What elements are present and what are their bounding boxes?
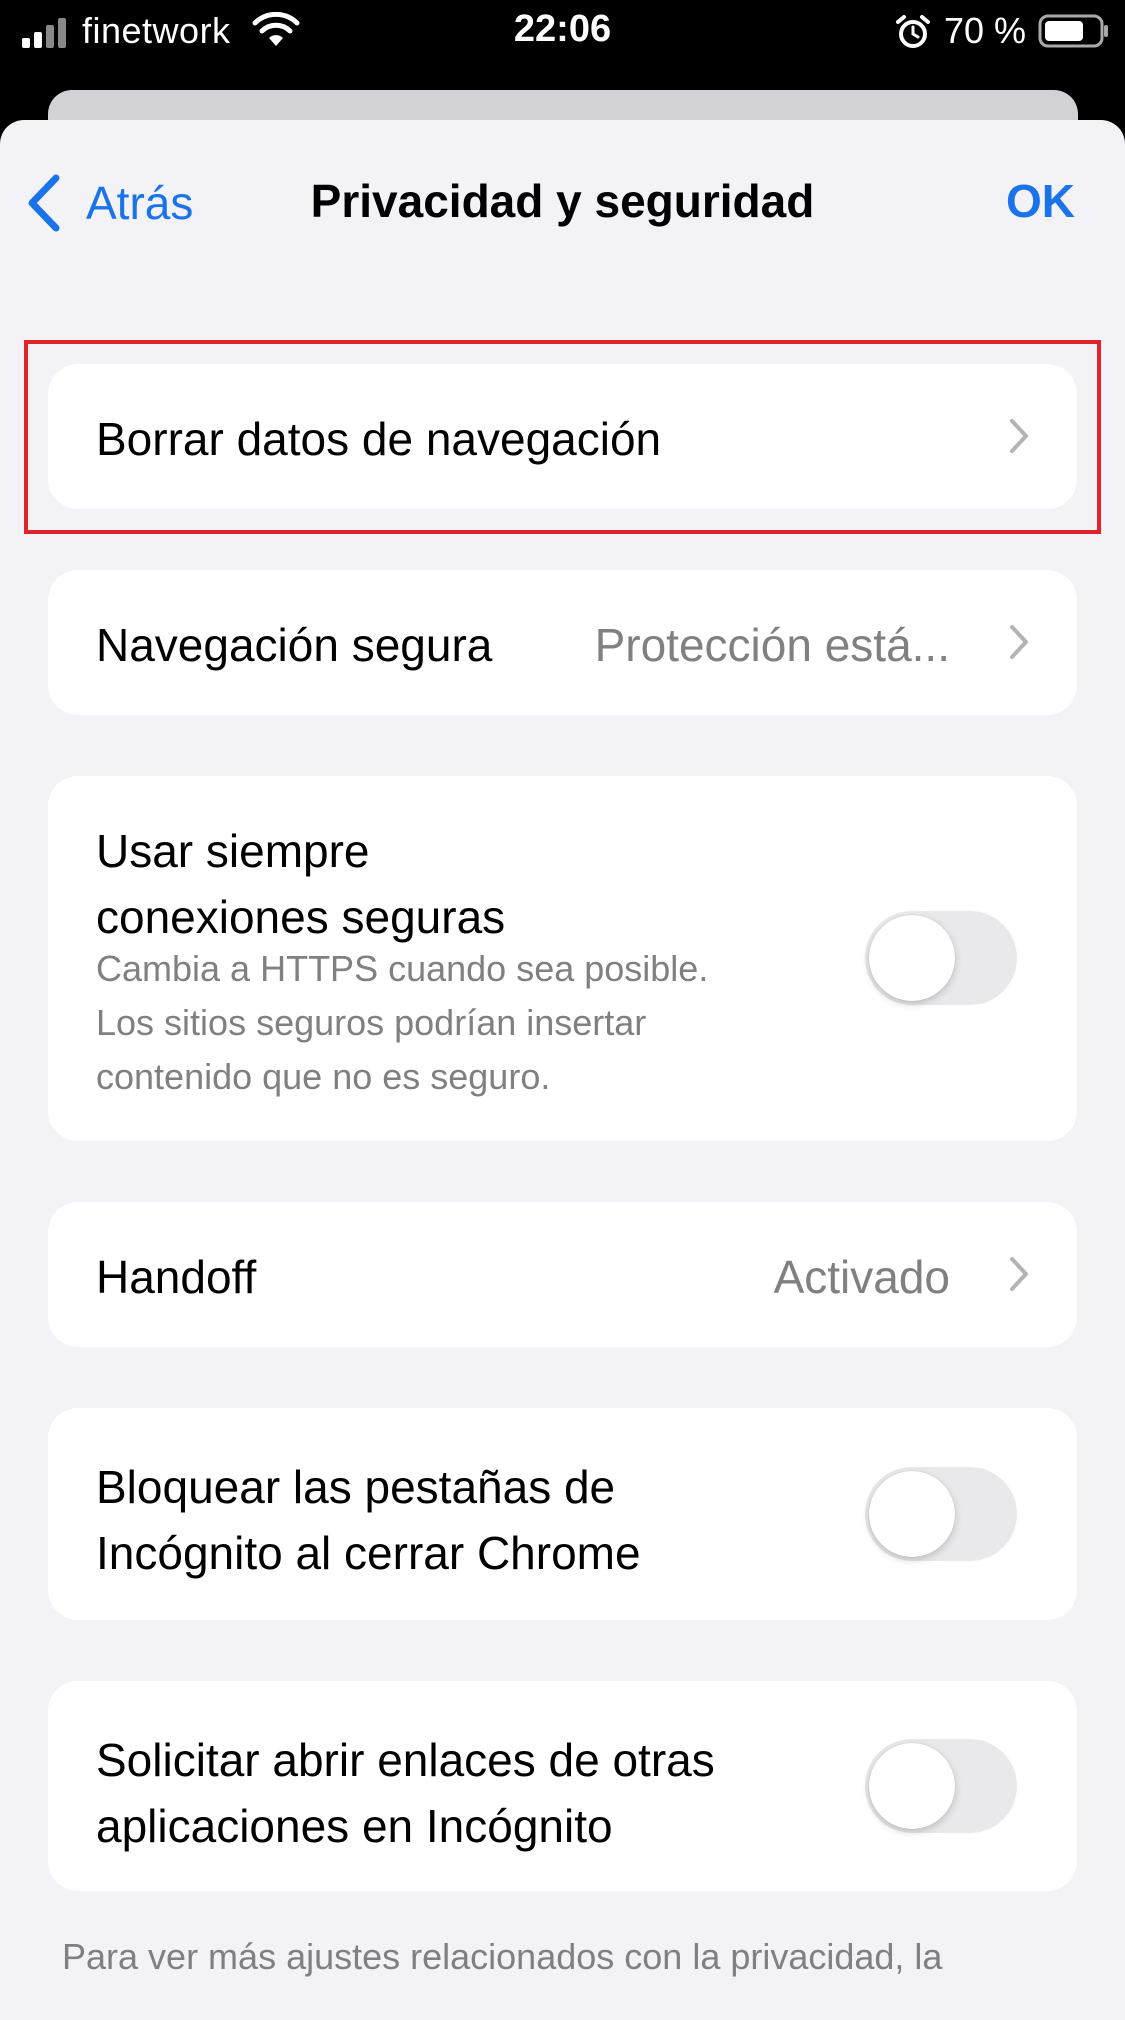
row-label: Handoff	[96, 1251, 257, 1303]
battery-percentage: 70 %	[944, 10, 1027, 51]
description-line-2: Los sitios seguros podrían insertar	[96, 1002, 647, 1043]
footer-note: Para ver más ajustes relacionados con la…	[62, 1936, 943, 1977]
row-description: Cambia a HTTPS cuando sea posible. Los s…	[96, 942, 796, 1104]
open-links-incognito-toggle[interactable]	[865, 1739, 1017, 1833]
lock-incognito-tabs-row: Bloquear las pestañas de Incógnito al ce…	[48, 1408, 1077, 1620]
battery-icon	[1038, 14, 1108, 48]
status-bar: finetwork 22:06 70 %	[0, 0, 1125, 62]
open-links-incognito-row: Solicitar abrir enlaces de otras aplicac…	[48, 1681, 1077, 1891]
row-label-line-1: Usar siempre	[96, 825, 370, 877]
chevron-right-icon	[1010, 419, 1028, 453]
row-label-line-1: Solicitar abrir enlaces de otras	[96, 1734, 715, 1786]
row-label-line-2: aplicaciones en Incógnito	[96, 1800, 613, 1852]
row-value: Protección está...	[594, 619, 950, 671]
row-label-line-2: Incógnito al cerrar Chrome	[96, 1527, 641, 1579]
row-label: Borrar datos de navegación	[96, 413, 662, 465]
toggle-knob	[869, 1743, 955, 1829]
lock-incognito-toggle[interactable]	[865, 1467, 1017, 1561]
chevron-right-icon	[1010, 1257, 1028, 1291]
toggle-knob	[869, 1471, 955, 1557]
row-label-line-1: Bloquear las pestañas de	[96, 1461, 616, 1513]
handoff-row[interactable]: Handoff Activado	[48, 1202, 1077, 1347]
page-title: Privacidad y seguridad	[310, 175, 815, 227]
toggle-knob	[869, 915, 955, 1001]
alarm-icon	[896, 15, 930, 48]
description-line-3: contenido que no es seguro.	[96, 1056, 551, 1097]
https-toggle[interactable]	[865, 911, 1017, 1005]
row-label: Navegación segura	[96, 619, 493, 671]
description-line-1: Cambia a HTTPS cuando sea posible.	[96, 948, 709, 989]
clear-browsing-data-row[interactable]: Borrar datos de navegación	[48, 364, 1077, 509]
safe-browsing-row[interactable]: Navegación segura Protección está...	[48, 570, 1077, 715]
chevron-right-icon	[1010, 625, 1028, 659]
row-value: Activado	[773, 1251, 950, 1303]
row-label-line-2: conexiones seguras	[96, 891, 506, 943]
ok-button[interactable]: OK	[1006, 174, 1075, 228]
https-always-row: Usar siempre conexiones seguras Cambia a…	[48, 776, 1077, 1141]
